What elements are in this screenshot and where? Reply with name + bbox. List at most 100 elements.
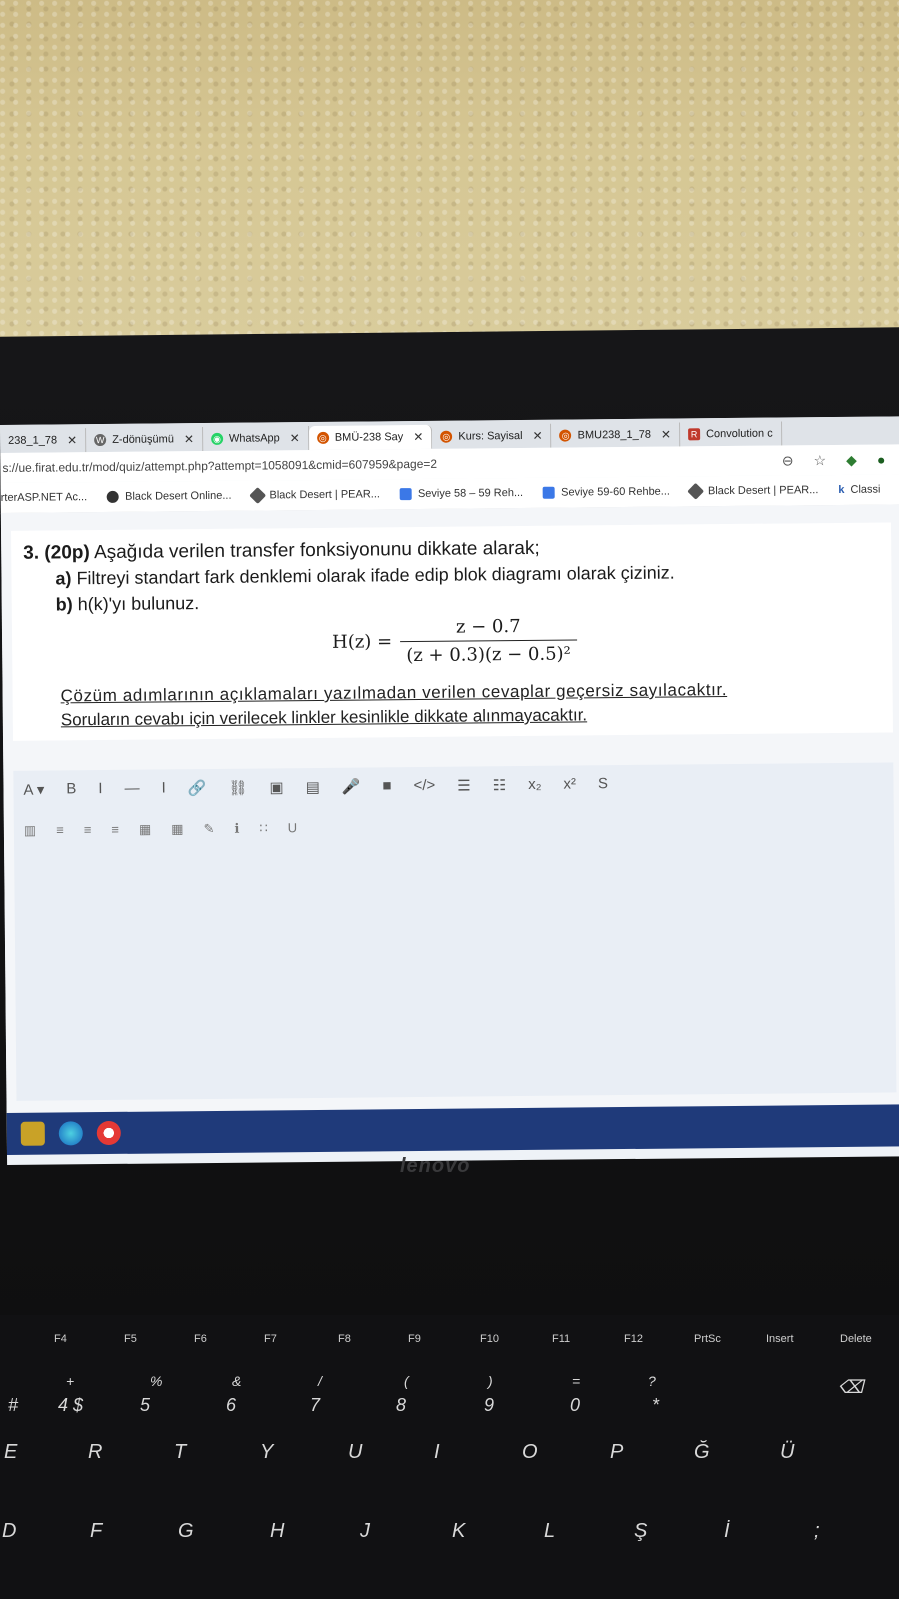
link-icon[interactable]: 🔗 xyxy=(188,779,207,797)
bold-button[interactable]: B xyxy=(66,780,76,798)
key-l: L xyxy=(544,1520,556,1542)
key-6: 6 xyxy=(226,1395,237,1415)
bullet-list-icon[interactable]: ☰ xyxy=(457,776,471,794)
browser-tab[interactable]: R Convolution c xyxy=(679,421,782,447)
bookmark-item[interactable]: Black Desert | PEAR... xyxy=(248,487,380,505)
url-field[interactable]: s://ue.firat.edu.tr/mod/quiz/attempt.php… xyxy=(0,457,437,475)
key-asterisk: * xyxy=(652,1395,660,1415)
chrome-icon[interactable] xyxy=(96,1120,121,1146)
special-chars-icon[interactable]: ∷ xyxy=(259,820,267,836)
close-icon[interactable]: ✕ xyxy=(184,432,194,446)
indent-icon[interactable]: ▥ xyxy=(24,823,36,839)
key-f11: F11 xyxy=(552,1333,571,1345)
browser-tab[interactable]: ◉ WhatsApp ✕ xyxy=(202,426,309,452)
key-insert: Insert xyxy=(766,1333,794,1345)
bookmark-item[interactable]: k Classi xyxy=(838,484,880,496)
align-left-icon[interactable]: ≡ xyxy=(56,822,64,838)
unlink-icon[interactable]: ⛓ xyxy=(228,779,247,797)
code-icon[interactable]: </> xyxy=(413,777,435,795)
key-y: Y xyxy=(260,1441,274,1463)
image-icon[interactable]: ▣ xyxy=(269,778,283,796)
close-icon[interactable]: ✕ xyxy=(290,431,300,445)
key-u-umlaut: Ü xyxy=(780,1441,795,1463)
key-symbol: ? xyxy=(648,1373,656,1389)
key-g-breve: Ğ xyxy=(694,1441,710,1463)
doc-icon xyxy=(543,486,556,499)
edit-icon[interactable]: ✎ xyxy=(203,821,214,837)
bookmark-item[interactable]: Seviye 59-60 Rehbe... xyxy=(543,486,670,499)
key-p: P xyxy=(610,1441,624,1463)
question-text: Aşağıda verilen transfer fonksiyonunu di… xyxy=(93,537,540,564)
browser-tab[interactable]: 238_1_78 ✕ xyxy=(0,428,87,453)
part-b-text: h(k)'yı bulunuz. xyxy=(77,593,200,615)
subscript-button[interactable]: x₂ xyxy=(528,776,542,794)
key-g: G xyxy=(178,1520,194,1542)
moodle-icon: ◎ xyxy=(316,431,329,444)
moodle-icon: ◎ xyxy=(440,430,453,443)
microphone-icon[interactable]: 🎤 xyxy=(342,778,361,796)
laptop-screen: 238_1_78 ✕ W Z-dönüşümü ✕ ◉ WhatsApp ✕ ◎ BMÜ-2… xyxy=(0,416,899,1165)
backspace-icon: ⌫ xyxy=(838,1377,864,1397)
font-color-button[interactable]: A ▾ xyxy=(23,781,44,799)
tab-label: 238_1_78 xyxy=(8,434,58,447)
file-explorer-icon[interactable] xyxy=(20,1121,45,1146)
table-icon[interactable]: ▦ xyxy=(139,822,151,838)
video-icon[interactable]: ■ xyxy=(382,777,391,795)
windows-taskbar xyxy=(6,1104,899,1155)
bookmark-item[interactable]: rterASP.NET Ac... xyxy=(1,491,88,504)
key-f6: F6 xyxy=(194,1333,207,1345)
strikethrough-button[interactable]: S xyxy=(598,775,608,793)
italic-button[interactable]: I xyxy=(98,780,102,798)
k-icon: k xyxy=(838,483,845,496)
hr-button[interactable]: — xyxy=(124,780,139,798)
answer-editor[interactable]: A ▾ B I — I 🔗 ⛓ ▣ ▤ 🎤 ■ </> ☰ ☷ x₂ x² S … xyxy=(13,762,897,1101)
accessibility-icon[interactable]: ℹ xyxy=(234,821,239,837)
bookmark-item[interactable]: Black Desert | PEAR... xyxy=(687,482,818,500)
doc-icon xyxy=(399,488,412,501)
align-right-icon[interactable]: ≡ xyxy=(111,822,119,838)
question-part-a: a) Filtreyi standart fark denklemi olara… xyxy=(55,563,674,590)
key-o: O xyxy=(522,1441,538,1463)
key-symbol: ) xyxy=(488,1373,493,1389)
key-delete: Delete xyxy=(840,1333,872,1345)
underline-button[interactable]: U xyxy=(288,820,298,836)
key-e: E xyxy=(4,1441,18,1463)
key-symbol: / xyxy=(318,1373,322,1389)
key-f: F xyxy=(90,1520,103,1542)
clear-format-button[interactable]: I xyxy=(161,779,165,797)
zoom-icon[interactable]: ⊖ xyxy=(782,452,794,469)
key-prtsc: PrtSc xyxy=(694,1333,721,1345)
bookmark-icon xyxy=(107,490,120,503)
key-4: 4 $ xyxy=(58,1395,84,1415)
browser-tab[interactable]: ◎ Kurs: Sayisal ✕ xyxy=(432,423,552,449)
extension-icon[interactable]: ● xyxy=(877,451,886,468)
close-icon[interactable]: ✕ xyxy=(661,428,671,442)
r-icon: R xyxy=(687,428,701,441)
browser-tab-active[interactable]: ◎ BMÜ-238 Say ✕ xyxy=(308,424,433,451)
calculator-icon[interactable]: ▦ xyxy=(171,821,183,837)
align-center-icon[interactable]: ≡ xyxy=(84,822,92,838)
close-icon[interactable]: ✕ xyxy=(532,429,542,443)
browser-tab[interactable]: ◎ BMU238_1_78 ✕ xyxy=(551,422,681,448)
bookmark-label: Black Desert Online... xyxy=(125,489,232,503)
star-icon[interactable]: ☆ xyxy=(813,452,826,469)
numbered-list-icon[interactable]: ☷ xyxy=(493,776,507,794)
extension-icon[interactable]: ◆ xyxy=(846,451,857,468)
close-icon[interactable]: ✕ xyxy=(67,433,77,447)
tab-label: WhatsApp xyxy=(228,432,280,445)
superscript-button[interactable]: x² xyxy=(563,775,576,793)
key-symbol: = xyxy=(572,1373,581,1389)
close-icon[interactable]: ✕ xyxy=(413,430,423,444)
bookmark-item[interactable]: Black Desert Online... xyxy=(107,489,232,503)
media-icon[interactable]: ▤ xyxy=(306,778,320,796)
bookmark-item[interactable]: Seviye 58 – 59 Reh... xyxy=(399,487,523,501)
warning-note-1: Çözüm adımlarının açıklamaları yazılmada… xyxy=(60,680,728,706)
key-f8: F8 xyxy=(338,1333,351,1345)
edge-icon[interactable] xyxy=(58,1121,83,1146)
key-hash: # xyxy=(8,1395,19,1415)
laptop-keyboard: F4 F5 F6 F7 F8 F9 F10 F11 F12 PrtSc Inse… xyxy=(0,1315,899,1599)
tab-label: Convolution c xyxy=(705,427,773,441)
browser-tab[interactable]: W Z-dönüşümü ✕ xyxy=(86,427,204,453)
wikipedia-icon: W xyxy=(94,433,107,447)
bookmark-icon xyxy=(248,487,266,505)
